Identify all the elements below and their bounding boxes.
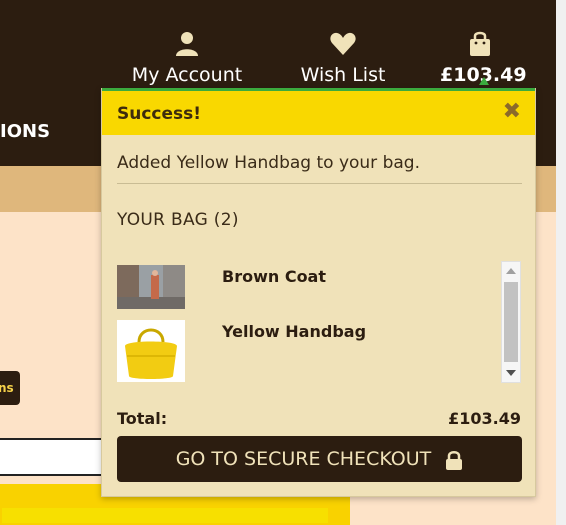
shopping-bag-icon <box>470 31 490 56</box>
added-message: Added Yellow Handbag to your bag. <box>117 153 420 173</box>
total-label: Total: <box>117 409 168 428</box>
items-scrollbar[interactable] <box>501 261 521 383</box>
my-account-link[interactable]: My Account <box>128 30 246 86</box>
page-scrollbar[interactable] <box>556 0 566 525</box>
coat-thumbnail[interactable] <box>117 265 185 309</box>
total-value: £103.49 <box>448 409 521 428</box>
scroll-up-arrow-icon[interactable] <box>506 268 516 274</box>
user-icon <box>176 32 198 56</box>
partial-button-label: ns <box>0 381 14 395</box>
dropdown-caret <box>479 77 489 85</box>
checkout-label: GO TO SECURE CHECKOUT <box>175 448 432 470</box>
handbag-thumbnail[interactable] <box>117 320 185 382</box>
wish-list-label: Wish List <box>300 64 386 86</box>
scroll-down-arrow-icon[interactable] <box>506 370 516 376</box>
divider <box>117 183 522 184</box>
close-icon[interactable]: ✖ <box>503 99 521 124</box>
scroll-thumb[interactable] <box>504 282 518 362</box>
list-item[interactable]: Brown Coat <box>117 265 497 325</box>
success-alert: Success! ✖ <box>102 91 535 135</box>
bag-items-list: Brown Coat Yellow Handbag <box>117 261 522 383</box>
list-item[interactable]: Yellow Handbag <box>117 320 497 382</box>
yellow-banner-inner <box>0 506 330 525</box>
success-title: Success! <box>117 104 202 124</box>
partial-input-field[interactable] <box>0 438 112 476</box>
item-name[interactable]: Brown Coat <box>222 267 326 286</box>
my-account-label: My Account <box>131 64 243 86</box>
item-name[interactable]: Yellow Handbag <box>222 322 366 341</box>
checkout-button[interactable]: GO TO SECURE CHECKOUT <box>117 436 522 482</box>
partial-button[interactable]: ns <box>0 371 20 405</box>
nav-menu-partial[interactable]: IONS <box>0 121 50 142</box>
cart-dropdown: Success! ✖ Added Yellow Handbag to your … <box>101 88 536 497</box>
heart-icon <box>330 32 356 55</box>
wish-list-link[interactable]: Wish List <box>300 30 386 86</box>
bag-heading: YOUR BAG (2) <box>117 210 239 230</box>
lock-icon <box>446 450 463 470</box>
